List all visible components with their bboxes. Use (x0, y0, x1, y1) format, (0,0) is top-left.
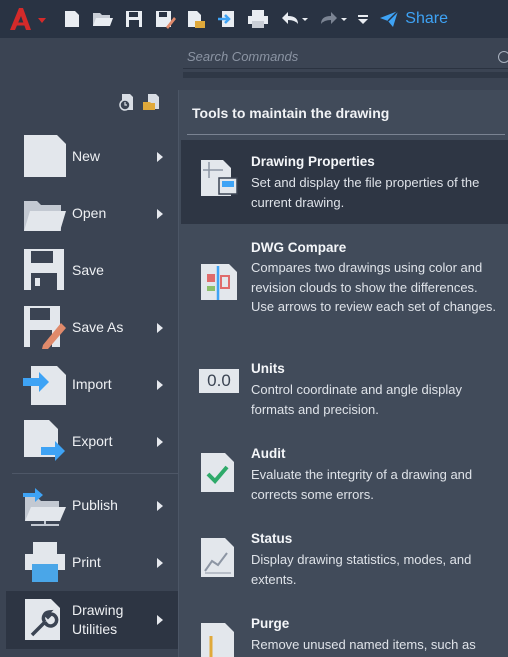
tool-title: Status (251, 531, 293, 546)
publish-icon (23, 488, 66, 526)
menu-item-import[interactable]: Import (6, 356, 178, 413)
share-icon (380, 10, 399, 27)
menu-item-label: Save As (72, 319, 124, 335)
document-view-toggles (118, 93, 162, 111)
recent-documents-icon[interactable] (118, 93, 136, 111)
units-icon-text: 0.0 (207, 371, 231, 390)
application-button[interactable] (0, 0, 52, 38)
search-commands-box[interactable] (183, 46, 508, 69)
undo-icon[interactable] (278, 8, 308, 30)
share-label: Share (405, 10, 448, 27)
tool-title: Units (251, 361, 285, 376)
drawing-utilities-panel: Tools to maintain the drawing Drawing Pr… (178, 90, 508, 657)
search-input[interactable] (183, 46, 497, 66)
menu-item-save[interactable]: Save (6, 242, 178, 299)
menu-item-label: New (72, 148, 101, 164)
tool-units[interactable]: 0.0 Units Control coordinate and angle d… (181, 358, 508, 422)
save-as-icon[interactable] (154, 8, 176, 30)
tool-description: Evaluate the integrity of a drawing and … (251, 467, 473, 502)
export-icon (24, 420, 65, 461)
tool-description: Set and display the file properties of t… (251, 175, 480, 210)
menu-item-save-as[interactable]: Save As (6, 299, 178, 356)
new-icon[interactable] (61, 8, 83, 30)
audit-check-icon (201, 453, 234, 492)
save-icon[interactable] (123, 8, 145, 30)
export-icon[interactable] (216, 8, 238, 30)
chevron-right-icon (157, 379, 163, 390)
open-folder-icon (24, 201, 66, 231)
redo-icon[interactable] (317, 8, 347, 30)
print-icon[interactable] (247, 8, 269, 30)
autocad-logo-icon (10, 8, 46, 30)
status-chart-icon (201, 538, 234, 577)
menu-item-print[interactable]: Print (6, 534, 178, 591)
save-disk-icon (24, 249, 64, 290)
tool-purge[interactable]: Purge Remove unused named items, such as (181, 612, 508, 657)
tool-audit[interactable]: Audit Evaluate the integrity of a drawin… (181, 442, 508, 506)
chevron-right-icon (157, 436, 163, 447)
menu-item-label: Publish (72, 497, 118, 513)
quick-access-toolbar: Share (0, 0, 508, 38)
chevron-right-icon (157, 557, 163, 568)
import-icon (23, 366, 66, 405)
menu-item-label: Export (72, 433, 113, 449)
chevron-right-icon (157, 151, 163, 162)
menu-item-label: Print (72, 554, 101, 570)
wrench-icon (25, 599, 60, 640)
new-document-icon (24, 135, 66, 177)
menu-item-export[interactable]: Export (6, 413, 178, 470)
menu-item-drawing-utilities[interactable]: Drawing Utilities (6, 591, 178, 649)
tool-status[interactable]: Status Display drawing statistics, modes… (181, 527, 508, 591)
open-from-web-icon[interactable] (185, 8, 207, 30)
drawing-properties-icon (201, 160, 238, 196)
save-as-icon (24, 306, 66, 349)
chevron-right-icon (157, 208, 163, 219)
menu-item-new[interactable]: New (6, 128, 178, 185)
customize-icon[interactable] (356, 8, 370, 30)
menu-item-label: Import (72, 376, 112, 392)
purge-icon (201, 623, 234, 657)
search-icon[interactable] (498, 51, 508, 63)
tool-title: Audit (251, 446, 286, 461)
chevron-right-icon (157, 500, 163, 511)
menu-item-label: Drawing Utilities (72, 602, 124, 637)
share-button[interactable]: Share (379, 10, 448, 28)
menu-item-open[interactable]: Open (6, 185, 178, 242)
application-menu: New Open Save Save As Import Export Publ… (6, 128, 178, 649)
menu-item-label: Open (72, 205, 107, 221)
open-documents-icon[interactable] (142, 93, 162, 111)
tool-title: DWG Compare (251, 240, 347, 255)
tool-description: Display drawing statistics, modes, and e… (251, 552, 472, 587)
panel-divider (187, 134, 505, 135)
tool-description: Compares two drawings using color and re… (251, 260, 496, 314)
tool-dwg-compare[interactable]: DWG Compare Compares two drawings using … (181, 234, 508, 344)
search-divider (183, 72, 508, 78)
tool-title: Drawing Properties (251, 154, 375, 169)
tool-description: Control coordinate and angle display for… (251, 382, 463, 417)
menu-item-label: Save (72, 262, 104, 278)
dwg-compare-icon (201, 264, 237, 300)
units-icon: 0.0 (199, 369, 239, 393)
open-icon[interactable] (92, 8, 114, 30)
panel-title: Tools to maintain the drawing (192, 105, 390, 121)
tool-description: Remove unused named items, such as (251, 637, 476, 652)
menu-item-publish[interactable]: Publish (6, 477, 178, 534)
chevron-right-icon (157, 322, 163, 333)
chevron-right-icon (157, 615, 163, 625)
tool-drawing-properties[interactable]: Drawing Properties Set and display the f… (181, 140, 508, 224)
printer-icon (25, 542, 65, 582)
tool-title: Purge (251, 616, 290, 631)
menu-divider (12, 473, 178, 474)
